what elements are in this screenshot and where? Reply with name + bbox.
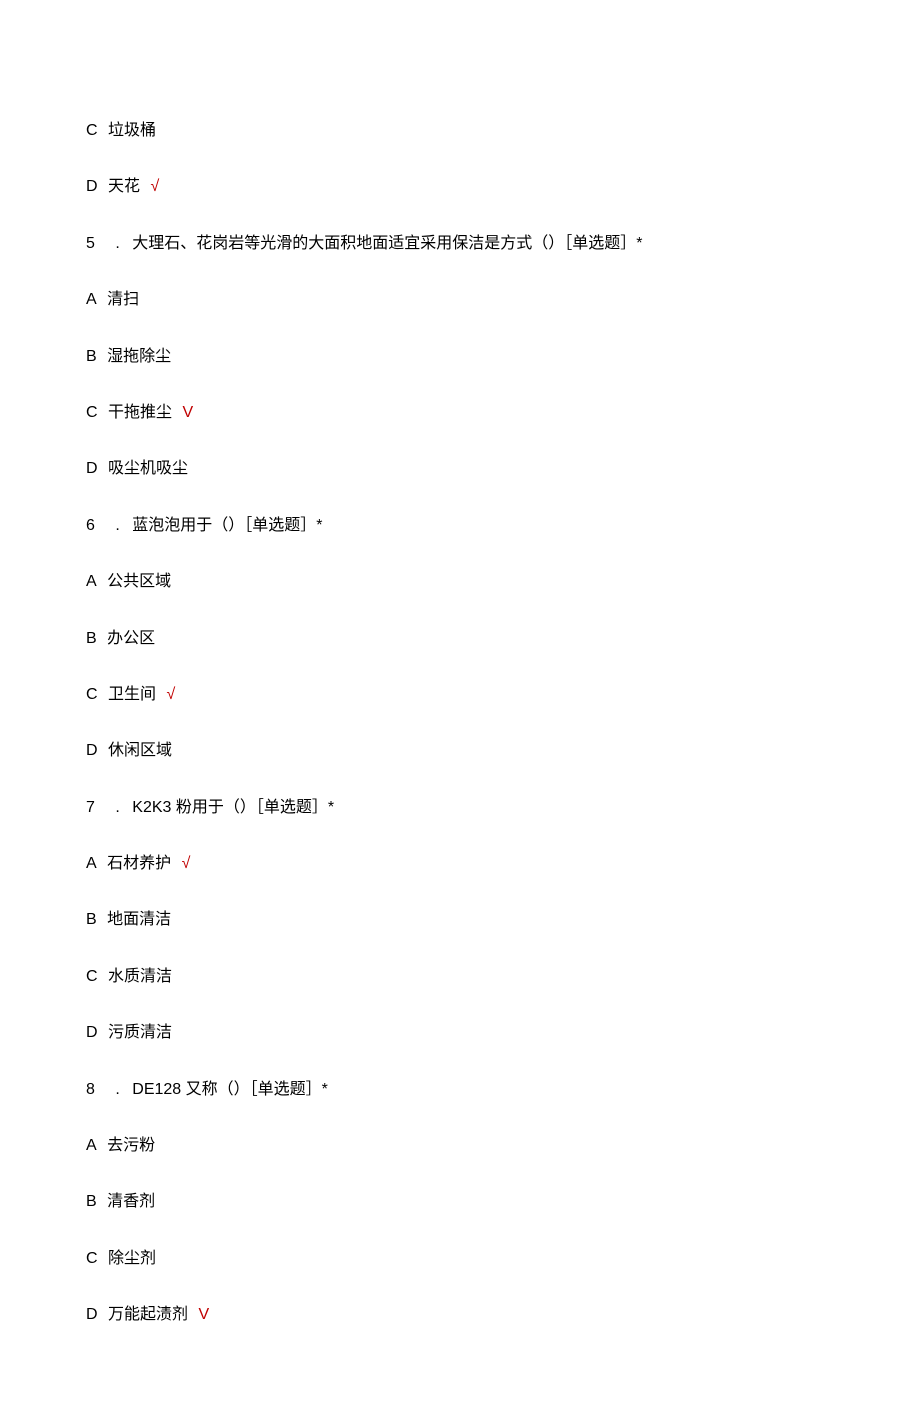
option-label: C [86, 120, 98, 142]
question-number: 6 [86, 515, 95, 537]
option-label: B [86, 909, 97, 931]
option-text: 吸尘机吸尘 [108, 458, 188, 480]
option-text: 石材养护 [107, 853, 171, 875]
q6-option-b: B 办公区 [86, 628, 834, 650]
option-d-prev: D 天花 √ [86, 176, 834, 198]
question-dot: . [115, 797, 119, 819]
option-label: D [86, 1304, 98, 1326]
option-label: D [86, 740, 98, 762]
option-text: 干拖推尘 [108, 402, 172, 424]
option-text: 清香剂 [107, 1191, 155, 1213]
option-text: 除尘剂 [108, 1248, 156, 1270]
correct-mark: V [198, 1306, 209, 1323]
question-number: 8 [86, 1079, 95, 1101]
correct-mark: √ [182, 855, 191, 872]
q7-option-b: B 地面清洁 [86, 909, 834, 931]
option-text: 水质清洁 [108, 966, 172, 988]
option-text: 湿拖除尘 [107, 346, 171, 368]
correct-mark: √ [166, 686, 175, 703]
question-text: 蓝泡泡用于（）［单选题］* [132, 517, 322, 534]
option-text: 天花 [108, 176, 140, 198]
q8-option-a: A 去污粉 [86, 1135, 834, 1157]
option-text: 办公区 [107, 628, 155, 650]
question-text: DE128 又称（）［单选题］* [132, 1081, 328, 1098]
option-text: 公共区域 [107, 571, 171, 593]
q8-option-d: D 万能起渍剂 V [86, 1304, 834, 1326]
option-label: C [86, 402, 98, 424]
option-label: C [86, 966, 98, 988]
option-text: 休闲区域 [108, 740, 172, 762]
question-number: 5 [86, 233, 95, 255]
option-label: D [86, 176, 98, 198]
correct-mark: √ [150, 178, 159, 195]
option-label: B [86, 346, 97, 368]
question-5: 5 . 大理石、花岗岩等光滑的大面积地面适宜采用保洁是方式（）［单选题］* [86, 233, 834, 255]
q7-option-c: C 水质清洁 [86, 966, 834, 988]
q8-option-b: B 清香剂 [86, 1191, 834, 1213]
question-6: 6 . 蓝泡泡用于（）［单选题］* [86, 515, 834, 537]
option-label: C [86, 1248, 98, 1270]
option-label: D [86, 1022, 98, 1044]
question-text: K2K3 粉用于（）［单选题］* [132, 799, 334, 816]
question-7: 7 . K2K3 粉用于（）［单选题］* [86, 797, 834, 819]
q7-option-d: D 污质清洁 [86, 1022, 834, 1044]
option-text: 垃圾桶 [108, 120, 156, 142]
option-text: 地面清洁 [107, 909, 171, 931]
q6-option-a: A 公共区域 [86, 571, 834, 593]
option-label: B [86, 628, 97, 650]
option-label: A [86, 1135, 97, 1157]
question-dot: . [115, 1079, 119, 1101]
q5-option-c: C 干拖推尘 V [86, 402, 834, 424]
q5-option-a: A 清扫 [86, 289, 834, 311]
option-label: C [86, 684, 98, 706]
question-text: 大理石、花岗岩等光滑的大面积地面适宜采用保洁是方式（）［单选题］* [132, 235, 642, 252]
correct-mark: V [182, 404, 193, 421]
question-dot: . [115, 515, 119, 537]
option-label: B [86, 1191, 97, 1213]
q6-option-c: C 卫生间 √ [86, 684, 834, 706]
option-label: D [86, 458, 98, 480]
option-label: A [86, 571, 97, 593]
q8-option-c: C 除尘剂 [86, 1248, 834, 1270]
document-page: C 垃圾桶 D 天花 √ 5 . 大理石、花岗岩等光滑的大面积地面适宜采用保洁是… [0, 0, 920, 1421]
option-text: 万能起渍剂 [108, 1304, 188, 1326]
question-8: 8 . DE128 又称（）［单选题］* [86, 1079, 834, 1101]
option-text: 卫生间 [108, 684, 156, 706]
q5-option-b: B 湿拖除尘 [86, 346, 834, 368]
question-number: 7 [86, 797, 95, 819]
option-text: 清扫 [107, 289, 139, 311]
question-dot: . [115, 233, 119, 255]
q5-option-d: D 吸尘机吸尘 [86, 458, 834, 480]
option-text: 污质清洁 [108, 1022, 172, 1044]
option-label: A [86, 853, 97, 875]
q6-option-d: D 休闲区域 [86, 740, 834, 762]
option-label: A [86, 289, 97, 311]
option-text: 去污粉 [107, 1135, 155, 1157]
option-c-prev: C 垃圾桶 [86, 120, 834, 142]
q7-option-a: A 石材养护 √ [86, 853, 834, 875]
